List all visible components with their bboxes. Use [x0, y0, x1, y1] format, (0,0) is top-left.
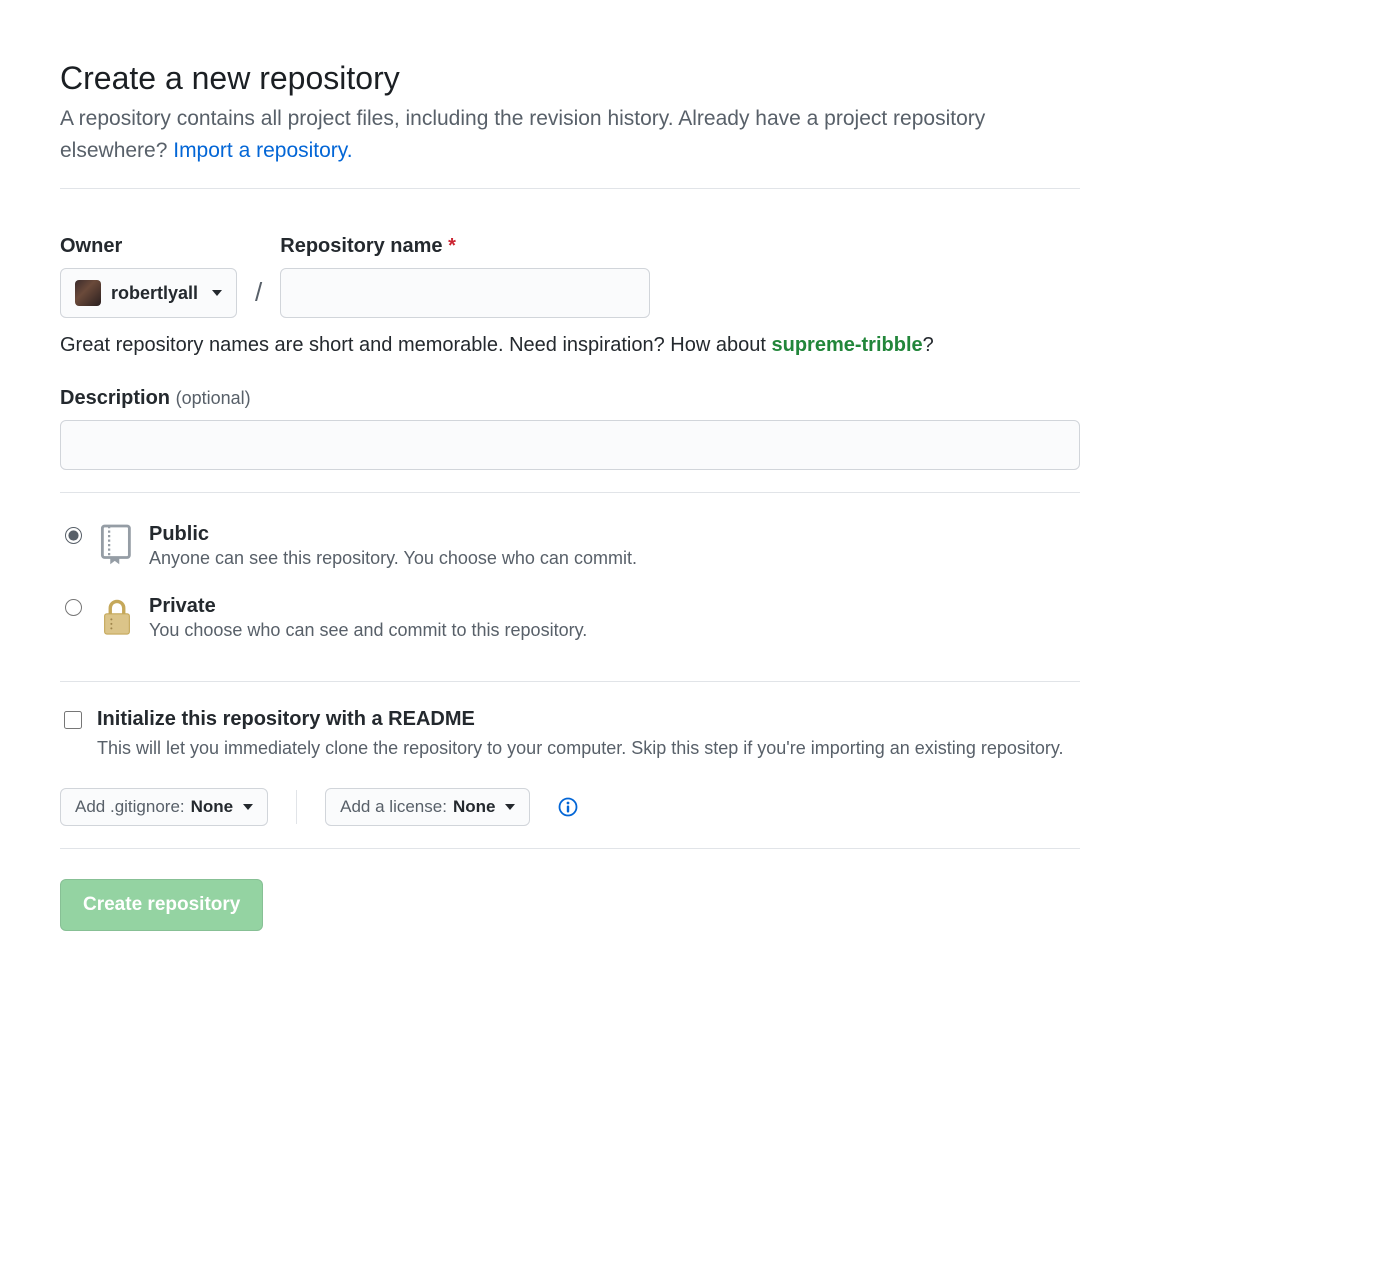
visibility-private-desc: You choose who can see and commit to thi…	[149, 620, 587, 641]
visibility-public-desc: Anyone can see this repository. You choo…	[149, 548, 637, 569]
repo-public-icon	[99, 523, 135, 565]
visibility-private-option[interactable]: Private You choose who can see and commi…	[60, 587, 1080, 659]
slash-separator: /	[253, 277, 264, 318]
divider	[60, 681, 1080, 682]
caret-down-icon	[212, 290, 222, 296]
required-marker: *	[448, 235, 456, 257]
owner-select-button[interactable]: robertlyall	[60, 268, 237, 318]
visibility-private-radio[interactable]	[65, 599, 82, 616]
description-label-text: Description	[60, 387, 170, 409]
init-readme-desc: This will let you immediately clone the …	[97, 735, 1064, 762]
gitignore-label: Add .gitignore:	[75, 797, 185, 817]
init-readme-title: Initialize this repository with a README	[97, 708, 1064, 731]
page-title: Create a new repository	[60, 60, 1080, 97]
page-subhead: A repository contains all project files,…	[60, 103, 1080, 166]
visibility-private-title: Private	[149, 595, 587, 618]
naming-tip: Great repository names are short and mem…	[60, 334, 1080, 357]
repo-name-input[interactable]	[280, 268, 650, 318]
vertical-divider	[296, 790, 297, 824]
owner-selected: robertlyall	[111, 283, 198, 304]
license-label: Add a license:	[340, 797, 447, 817]
repo-name-suggestion[interactable]: supreme-tribble	[771, 334, 922, 356]
license-select-button[interactable]: Add a license: None	[325, 788, 530, 826]
visibility-public-title: Public	[149, 523, 637, 546]
visibility-public-option[interactable]: Public Anyone can see this repository. Y…	[60, 515, 1080, 587]
info-icon[interactable]	[558, 797, 578, 817]
repo-name-label: Repository name *	[280, 235, 650, 258]
owner-label: Owner	[60, 235, 237, 258]
avatar	[75, 280, 101, 306]
license-value: None	[453, 797, 496, 817]
caret-down-icon	[243, 804, 253, 810]
divider	[60, 188, 1080, 189]
lock-icon	[99, 595, 135, 637]
description-input[interactable]	[60, 420, 1080, 470]
repo-name-label-text: Repository name	[280, 235, 442, 257]
caret-down-icon	[505, 804, 515, 810]
naming-tip-prefix: Great repository names are short and mem…	[60, 334, 771, 356]
divider	[60, 492, 1080, 493]
create-repository-button[interactable]: Create repository	[60, 879, 263, 931]
init-readme-checkbox[interactable]	[64, 711, 82, 729]
divider	[60, 848, 1080, 849]
gitignore-value: None	[191, 797, 234, 817]
optional-marker: (optional)	[176, 388, 251, 408]
naming-tip-suffix: ?	[923, 334, 934, 356]
description-label: Description (optional)	[60, 387, 1080, 410]
import-repository-link[interactable]: Import a repository.	[173, 139, 352, 162]
visibility-public-radio[interactable]	[65, 527, 82, 544]
gitignore-select-button[interactable]: Add .gitignore: None	[60, 788, 268, 826]
